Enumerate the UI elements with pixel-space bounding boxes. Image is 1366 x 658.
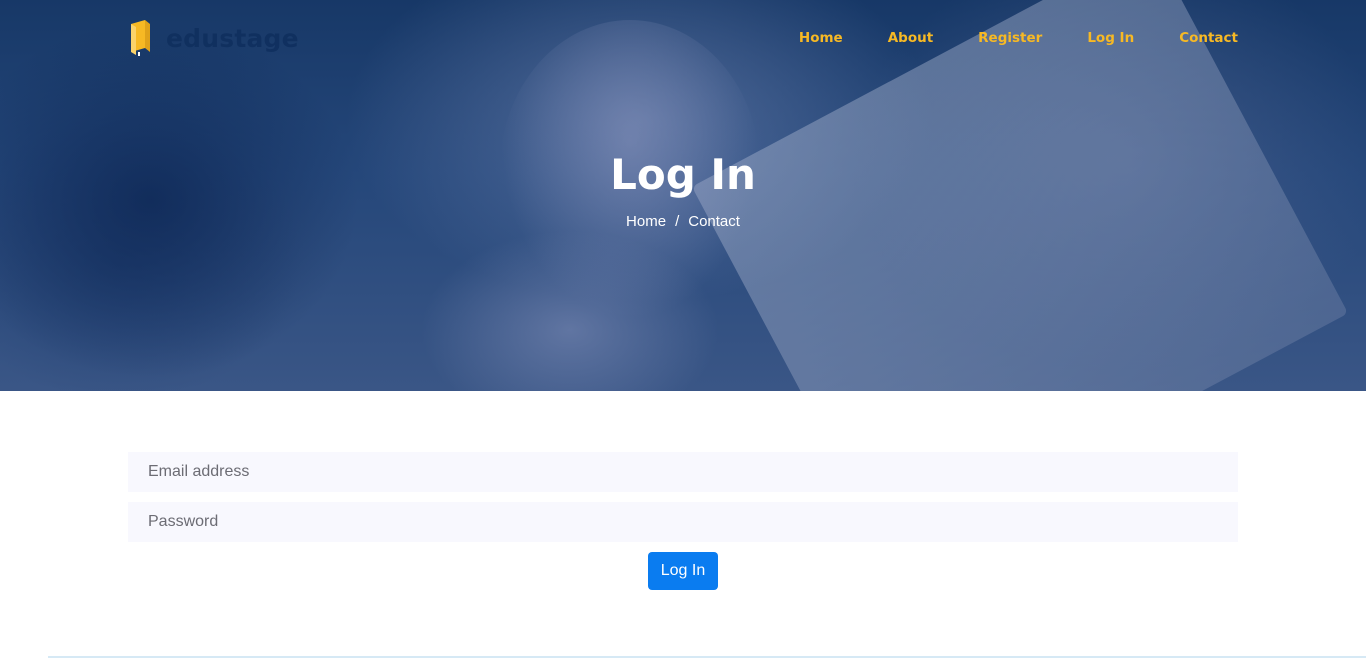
login-button[interactable]: Log In	[648, 552, 718, 590]
breadcrumb-separator: /	[675, 213, 680, 230]
nav-item-about[interactable]: About	[888, 29, 933, 47]
page-title: Log In	[610, 150, 756, 199]
nav-item-home[interactable]: Home	[799, 29, 843, 47]
password-field[interactable]	[128, 502, 1238, 542]
book-icon	[128, 18, 152, 58]
brand-name: edustage	[166, 23, 299, 53]
breadcrumb-home[interactable]: Home	[626, 213, 666, 230]
page-header-hero: edustage Home About Register Log In Cont…	[0, 0, 1366, 391]
nav-item-contact[interactable]: Contact	[1179, 29, 1238, 47]
email-field[interactable]	[128, 452, 1238, 492]
nav-item-login[interactable]: Log In	[1087, 29, 1134, 47]
breadcrumb-current: Contact	[688, 213, 740, 230]
brand-logo[interactable]: edustage	[128, 18, 299, 58]
login-form: Log In	[128, 452, 1238, 590]
submit-row: Log In	[128, 552, 1238, 590]
main-nav: Home About Register Log In Contact	[754, 29, 1238, 47]
navbar: edustage Home About Register Log In Cont…	[0, 0, 1366, 78]
nav-item-register[interactable]: Register	[978, 29, 1042, 47]
hero-background-sleeve	[420, 230, 720, 391]
breadcrumb: Home / Contact	[0, 212, 1366, 232]
